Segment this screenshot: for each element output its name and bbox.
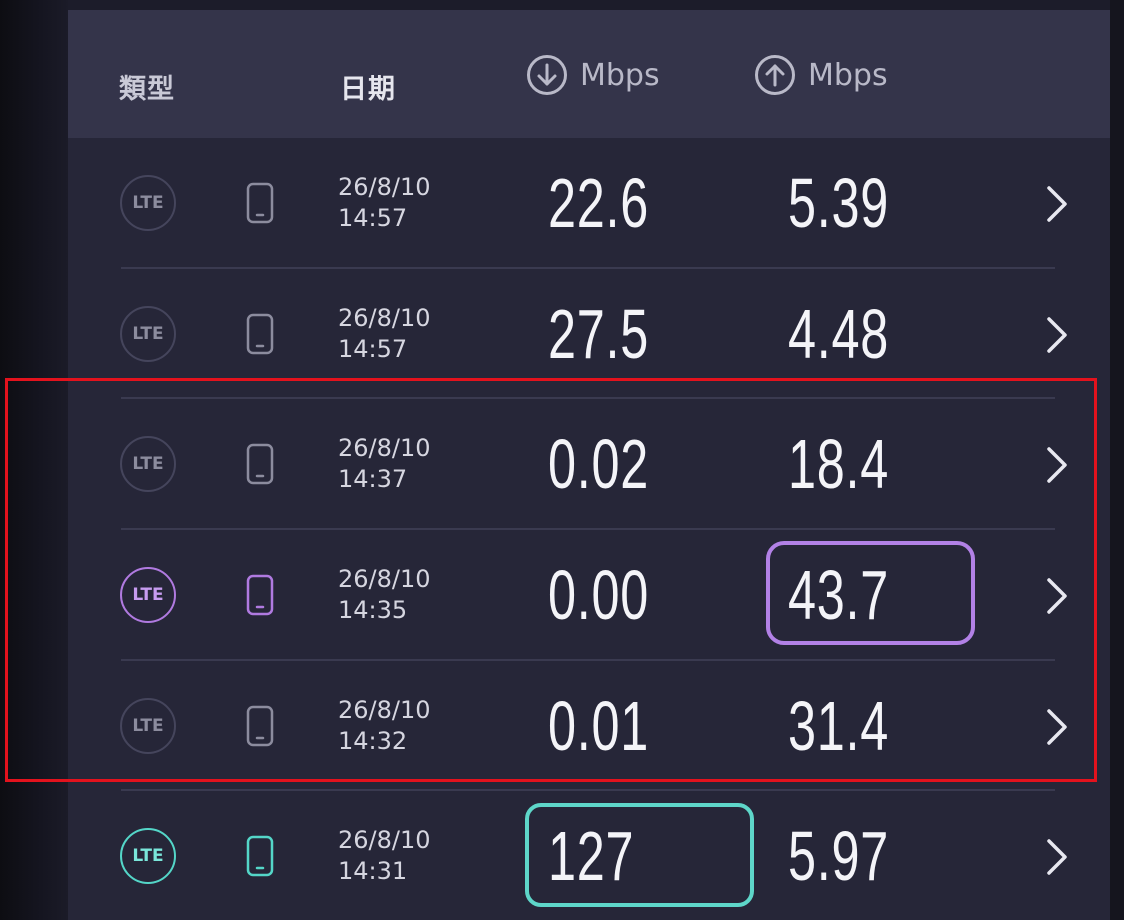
phone-icon — [246, 313, 274, 355]
top-strip — [68, 0, 1110, 10]
download-speed-value: 27.5 — [548, 295, 649, 373]
upload-speed-value: 5.39 — [788, 164, 889, 242]
arrow-down-circle-icon — [527, 55, 567, 95]
test-date: 26/8/10 — [338, 304, 431, 332]
chevron-right-icon[interactable] — [1044, 837, 1070, 877]
test-time: 14:57 — [338, 335, 408, 363]
upload-unit-label: Mbps — [808, 57, 888, 93]
annotation-frame — [5, 378, 1097, 782]
date-column-header[interactable]: 日期 — [340, 67, 396, 106]
test-time: 14:57 — [338, 204, 408, 232]
chevron-right-icon[interactable] — [1044, 315, 1070, 355]
download-speed-value: 22.6 — [548, 164, 649, 242]
phone-icon — [246, 835, 274, 877]
type-column-header[interactable]: 類型 — [119, 67, 175, 106]
upload-column-header[interactable]: Mbps — [754, 54, 888, 96]
network-type-badge: LTE — [120, 828, 176, 884]
network-type-badge: LTE — [120, 306, 176, 362]
arrow-up-circle-icon — [755, 55, 795, 95]
test-datetime: 26/8/10 14:57 — [338, 172, 431, 234]
test-date: 26/8/10 — [338, 173, 431, 201]
test-datetime: 26/8/10 14:57 — [338, 303, 431, 365]
test-date: 26/8/10 — [338, 826, 431, 854]
test-time: 14:31 — [338, 857, 408, 885]
upload-speed-value: 5.97 — [788, 817, 889, 895]
download-max-highlight-box — [525, 803, 754, 907]
phone-icon — [246, 182, 274, 224]
network-type-badge: LTE — [120, 175, 176, 231]
download-column-header[interactable]: Mbps — [526, 54, 660, 96]
result-row[interactable]: LTE 26/8/10 14:57 22.6 5.39 — [68, 138, 1110, 269]
upload-speed-value: 4.48 — [788, 295, 889, 373]
speedtest-history-screen: 類型 日期 Mbps Mbps LTE 26/8/10 14:57 22.6 5… — [0, 0, 1124, 920]
chevron-right-icon[interactable] — [1044, 184, 1070, 224]
results-table-header: 類型 日期 Mbps Mbps — [68, 10, 1110, 138]
right-edge — [1110, 0, 1124, 920]
test-datetime: 26/8/10 14:31 — [338, 825, 431, 887]
download-unit-label: Mbps — [580, 57, 660, 93]
